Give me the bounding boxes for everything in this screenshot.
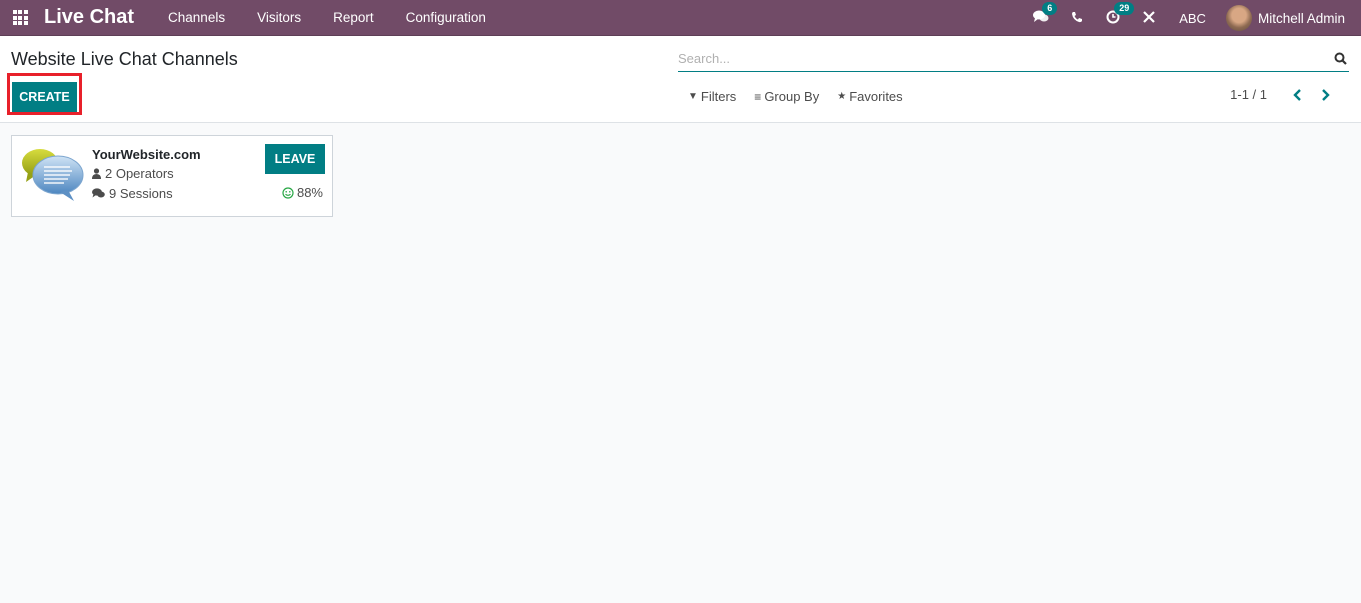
phone-button[interactable] — [1059, 0, 1095, 36]
chevron-right-icon — [1321, 88, 1330, 101]
app-name[interactable]: Live Chat — [44, 6, 134, 29]
bars-icon: ≡ — [754, 89, 762, 104]
menu-configuration[interactable]: Configuration — [390, 10, 502, 25]
smile-icon — [282, 186, 294, 199]
filters-label: Filters — [700, 89, 737, 104]
menu-channels[interactable]: Channels — [152, 10, 241, 25]
search-input[interactable] — [678, 51, 1331, 66]
pager-next-button[interactable] — [1311, 88, 1339, 101]
user-menu[interactable]: Mitchell Admin — [1225, 5, 1361, 31]
control-panel: Website Live Chat Channels CREATE ▼ Filt… — [0, 36, 1361, 123]
apps-grid-icon — [12, 10, 28, 25]
pager-previous-button[interactable] — [1283, 88, 1311, 101]
filter-icon: ▼ — [688, 91, 698, 102]
company-switcher[interactable]: ABC — [1167, 11, 1226, 26]
systray: 6 29 ABC Mitchell Admin — [1023, 0, 1361, 36]
channel-card[interactable]: YourWebsite.com 2 Operators 9 Sessions L… — [11, 135, 333, 217]
messages-button[interactable]: 6 — [1023, 0, 1059, 36]
menu-report[interactable]: Report — [317, 10, 390, 25]
group-by-dropdown[interactable]: ≡ Group By — [754, 89, 819, 104]
apps-menu-button[interactable] — [0, 0, 40, 36]
favorites-dropdown[interactable]: ★ Favorites — [837, 89, 902, 104]
search-bar — [678, 46, 1349, 72]
chat-bubbles-icon — [20, 146, 86, 204]
group-by-label: Group By — [764, 89, 820, 104]
page-title: Website Live Chat Channels — [11, 49, 238, 69]
pager: 1-1 / 1 — [1230, 87, 1339, 102]
search-icon[interactable] — [1331, 52, 1349, 65]
phone-icon — [1071, 11, 1083, 26]
activities-button[interactable]: 29 — [1095, 0, 1135, 36]
leave-button[interactable]: LEAVE — [265, 144, 325, 174]
comments-icon — [92, 188, 105, 199]
search-options: ▼ Filters ≡ Group By ★ Favorites — [688, 89, 921, 104]
debug-tools-icon — [1142, 10, 1156, 27]
debug-button[interactable] — [1131, 0, 1167, 36]
chevron-left-icon — [1292, 88, 1301, 101]
filters-dropdown[interactable]: ▼ Filters — [688, 89, 736, 104]
messages-badge: 6 — [1042, 2, 1058, 15]
rating: 88% — [282, 185, 323, 200]
avatar — [1225, 5, 1252, 31]
user-name: Mitchell Admin — [1257, 10, 1345, 26]
operators-count: 2 Operators — [92, 166, 174, 181]
menu-visitors[interactable]: Visitors — [241, 10, 317, 25]
sessions-count: 9 Sessions — [92, 186, 173, 201]
top-navbar: Live Chat Channels Visitors Report Confi… — [0, 0, 1361, 36]
star-icon: ★ — [837, 91, 847, 102]
favorites-label: Favorites — [849, 89, 903, 104]
user-icon — [92, 168, 101, 179]
rating-value: 88% — [296, 185, 323, 200]
channel-name[interactable]: YourWebsite.com — [92, 147, 201, 162]
create-button[interactable]: CREATE — [12, 79, 77, 112]
sessions-label: 9 Sessions — [109, 186, 173, 201]
pager-value[interactable]: 1-1 / 1 — [1230, 87, 1267, 102]
operators-label: 2 Operators — [105, 166, 174, 181]
